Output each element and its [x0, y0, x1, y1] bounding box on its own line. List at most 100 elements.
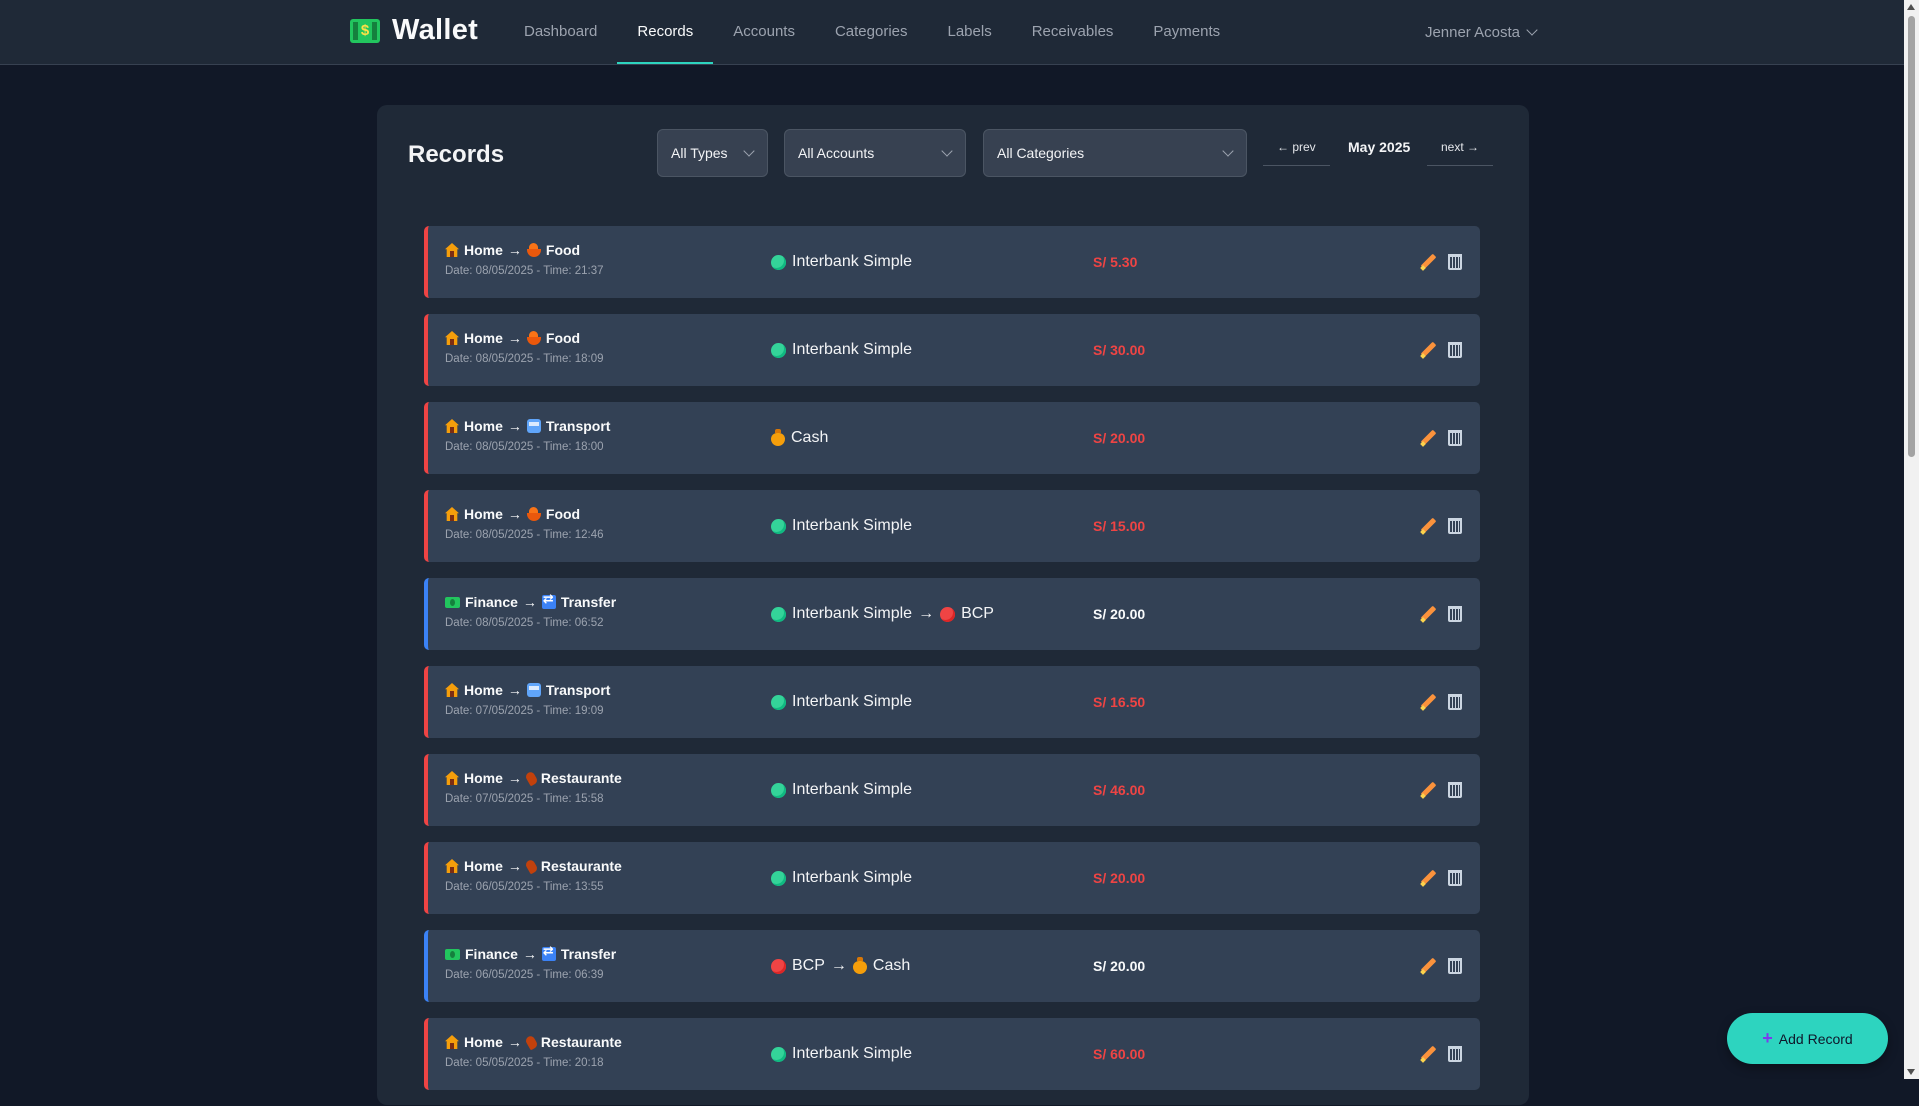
record-account: Interbank Simple → BCP	[771, 578, 994, 650]
scroll-up-arrow-icon[interactable]	[1907, 4, 1915, 10]
edit-pencil-icon[interactable]	[1420, 254, 1436, 270]
record-account: Interbank Simple	[771, 754, 912, 826]
delete-trash-icon[interactable]	[1448, 694, 1462, 710]
nav-records[interactable]: Records	[617, 0, 714, 64]
nav-dashboard[interactable]: Dashboard	[504, 0, 617, 64]
record-subcategory: Transport	[545, 418, 611, 434]
user-name: Jenner Acosta	[1424, 23, 1520, 41]
account-filter-value: All Accounts	[798, 145, 875, 161]
record-from-account: BCP	[792, 957, 825, 974]
delete-trash-icon[interactable]	[1448, 606, 1462, 622]
record-row[interactable]: Home → Food Date: 08/05/2025 - Time: 21:37 I…	[424, 226, 1480, 298]
record-actions	[1420, 842, 1462, 914]
record-actions	[1420, 1018, 1462, 1090]
money-bag-icon	[852, 956, 867, 974]
record-account: Interbank Simple	[771, 314, 912, 386]
delete-trash-icon[interactable]	[1448, 782, 1462, 798]
scroll-down-arrow-icon[interactable]	[1907, 1069, 1915, 1075]
green-dot-icon	[771, 694, 786, 710]
edit-pencil-icon[interactable]	[1420, 958, 1436, 974]
record-subcategory: Restaurante	[540, 1034, 622, 1050]
current-month: May 2025	[1348, 139, 1411, 155]
arrow-right-icon: →	[507, 1034, 522, 1050]
red-dot-icon	[940, 606, 956, 622]
drumstick-icon	[524, 858, 539, 874]
edit-pencil-icon[interactable]	[1420, 430, 1436, 446]
record-subcategory: Restaurante	[540, 770, 622, 786]
record-row[interactable]: Finance→Transfer Date: 06/05/2025 - Time:…	[424, 930, 1480, 1002]
record-row[interactable]: Home → Transport Date: 08/05/2025 - Time: 1…	[424, 402, 1480, 474]
brand[interactable]: $ Wallet	[350, 14, 478, 47]
record-row[interactable]: Home → Transport Date: 07/05/2025 - Time: 1…	[424, 666, 1480, 738]
record-parent-category: Finance	[465, 946, 518, 962]
record-account: Interbank Simple	[771, 1018, 912, 1090]
user-menu[interactable]: Jenner Acosta	[1424, 0, 1538, 64]
next-month-button[interactable]: next →	[1427, 129, 1494, 166]
delete-trash-icon[interactable]	[1448, 870, 1462, 886]
delete-trash-icon[interactable]	[1448, 958, 1462, 974]
house-icon	[445, 507, 459, 521]
add-record-button[interactable]: + Add Record	[1727, 1013, 1888, 1064]
record-from-account: Interbank Simple	[792, 693, 913, 710]
edit-pencil-icon[interactable]	[1420, 342, 1436, 358]
edit-pencil-icon[interactable]	[1420, 518, 1436, 534]
edit-pencil-icon[interactable]	[1420, 1046, 1436, 1062]
edit-pencil-icon[interactable]	[1420, 606, 1436, 622]
record-row[interactable]: Home → Restaurante Date: 07/05/2025 - Time:…	[424, 754, 1480, 826]
nav-receivables[interactable]: Receivables	[1012, 0, 1134, 64]
nav-accounts[interactable]: Accounts	[713, 0, 815, 64]
delete-trash-icon[interactable]	[1448, 430, 1462, 446]
plus-icon: +	[1762, 1028, 1773, 1048]
record-row[interactable]: Home → Restaurante Date: 05/05/2025 - Time:…	[424, 1018, 1480, 1090]
transfer-icon	[541, 592, 556, 609]
record-row[interactable]: Home → Restaurante Date: 06/05/2025 - Time:…	[424, 842, 1480, 914]
record-row[interactable]: Home → Food Date: 08/05/2025 - Time: 18:09 I…	[424, 314, 1480, 386]
record-row[interactable]: Finance→TransferDate: 08/05/2025 - Time:…	[424, 578, 1480, 650]
green-dot-icon	[771, 1046, 786, 1062]
type-filter-select[interactable]: All Types	[657, 129, 768, 177]
record-datetime: Date: 06/05/2025 - Time: 06:39	[445, 969, 604, 981]
arrow-right-icon: →	[507, 858, 522, 874]
house-icon	[445, 331, 459, 345]
house-icon	[445, 683, 459, 697]
delete-trash-icon[interactable]	[1448, 254, 1462, 270]
record-amount: S/ 46.00	[1093, 782, 1146, 798]
record-category: Home → Transport	[445, 682, 610, 698]
green-dot-icon	[771, 606, 786, 622]
scrollbar-thumb[interactable]	[1908, 16, 1915, 457]
delete-trash-icon[interactable]	[1448, 342, 1462, 358]
edit-pencil-icon[interactable]	[1420, 694, 1436, 710]
record-actions	[1420, 666, 1462, 738]
arrow-right-icon: →	[507, 682, 522, 698]
record-from-account: Interbank Simple	[792, 869, 913, 886]
record-actions	[1420, 490, 1462, 562]
money-bag-icon	[771, 428, 785, 446]
record-subcategory: Restaurante	[540, 858, 622, 874]
delete-trash-icon[interactable]	[1448, 518, 1462, 534]
nav-payments[interactable]: Payments	[1133, 0, 1240, 64]
account-filter-select[interactable]: All Accounts	[784, 129, 966, 177]
record-account: Interbank Simple	[771, 490, 912, 562]
record-datetime: Date: 08/05/2025 - Time: 21:37	[445, 265, 604, 277]
edit-pencil-icon[interactable]	[1420, 870, 1436, 886]
category-filter-select[interactable]: All Categories	[983, 129, 1247, 177]
nav-labels[interactable]: Labels	[928, 0, 1012, 64]
edit-pencil-icon[interactable]	[1420, 782, 1436, 798]
record-parent-category: Home	[464, 858, 503, 874]
arrow-right-icon: →	[507, 770, 522, 786]
record-category: Home → Transport	[445, 418, 610, 434]
record-amount: S/ 15.00	[1093, 518, 1146, 534]
record-amount: S/ 20.00	[1093, 870, 1146, 886]
record-category: Home → Restaurante	[445, 858, 622, 874]
record-category: Finance→ Transfer	[445, 944, 617, 962]
page-scrollbar[interactable]	[1904, 0, 1919, 1079]
record-datetime: Date: 07/05/2025 - Time: 19:09	[445, 705, 604, 717]
delete-trash-icon[interactable]	[1448, 1046, 1462, 1062]
chevron-down-icon	[743, 145, 755, 157]
green-dot-icon	[771, 782, 786, 798]
record-row[interactable]: Home → Food Date: 08/05/2025 - Time: 12:46 I…	[424, 490, 1480, 562]
prev-month-button[interactable]: ← prev	[1263, 129, 1330, 166]
nav-categories[interactable]: Categories	[815, 0, 928, 64]
record-subcategory: Transfer	[560, 946, 617, 962]
type-filter-value: All Types	[671, 145, 728, 161]
